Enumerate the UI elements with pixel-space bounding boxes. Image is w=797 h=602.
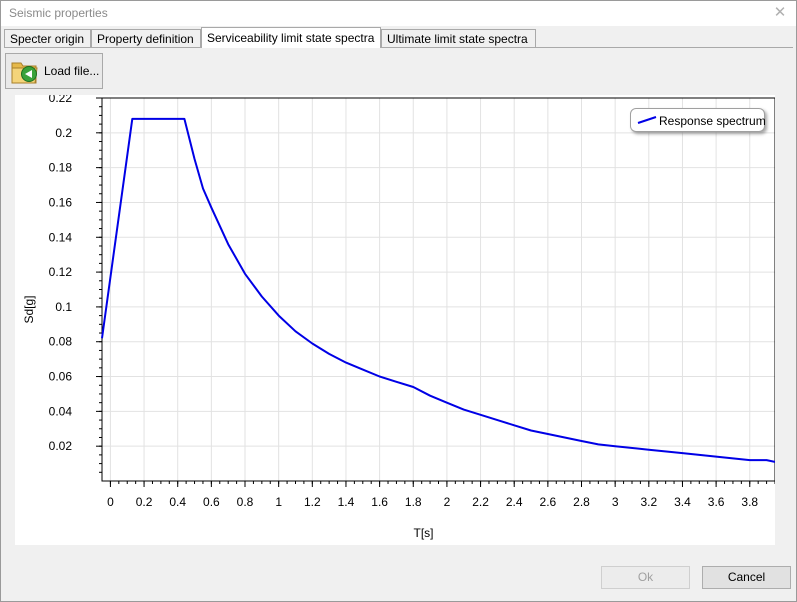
y-axis-label: Sd[g]: [22, 295, 36, 323]
tab-specter-origin[interactable]: Specter origin: [4, 29, 91, 47]
y-tick-label: 0.06: [49, 370, 73, 384]
y-tick-label: 0.18: [49, 161, 73, 175]
response-spectrum-chart: 0 0.2 0.4 0.6 0.8 1 1.2 1.4 1.6 1.8 2 2.2 2.4 2.6 2.8 3…: [22, 95, 775, 540]
x-tick-label: 2: [444, 495, 451, 509]
chart-legend: Response spectrum: [630, 108, 766, 132]
x-tick-label: 0.8: [237, 495, 254, 509]
tab-property-definition[interactable]: Property definition: [91, 29, 201, 47]
cancel-button[interactable]: Cancel: [702, 566, 791, 589]
load-file-button[interactable]: Load file...: [5, 53, 103, 89]
x-tick-label: 2.6: [540, 495, 557, 509]
x-tick-label: 2.4: [506, 495, 523, 509]
x-tick-label: 0: [107, 495, 114, 509]
y-tick-label: 0.1: [55, 300, 72, 314]
x-tick-label: 1.2: [304, 495, 321, 509]
y-tick-label: 0.08: [49, 335, 73, 349]
window-title: Seismic properties: [9, 6, 108, 20]
y-tick-label: 0.14: [49, 230, 73, 244]
y-tick-label: 0.04: [49, 404, 73, 418]
x-axis-label: T[s]: [414, 526, 434, 540]
legend-series-label: Response spectrum: [659, 114, 766, 128]
x-tick-label: 2.2: [472, 495, 489, 509]
x-tick-label: 1.4: [338, 495, 355, 509]
chart-area: 0 0.2 0.4 0.6 0.8 1 1.2 1.4 1.6 1.8 2 2.2 2.4 2.6 2.8 3…: [15, 95, 775, 545]
x-tick-label: 3: [612, 495, 619, 509]
x-tick-label: 3.4: [674, 495, 691, 509]
x-tick-label: 2.8: [573, 495, 590, 509]
x-tick-label: 0.2: [136, 495, 153, 509]
folder-arrow-icon: [11, 62, 38, 84]
y-tick-label: 0.16: [49, 195, 73, 209]
y-tick-label: 0.2: [55, 126, 72, 140]
legend-series-swatch: [637, 116, 657, 124]
x-tick-label: 3.6: [708, 495, 725, 509]
load-file-label: Load file...: [44, 64, 100, 78]
seismic-properties-window: Seismic properties ✕ Specter origin Prop…: [0, 0, 797, 602]
ok-button[interactable]: Ok: [601, 566, 690, 589]
x-tick-label: 1.8: [405, 495, 422, 509]
close-icon[interactable]: ✕: [770, 3, 790, 23]
title-bar: Seismic properties ✕: [1, 1, 796, 26]
x-tick-label: 0.6: [203, 495, 220, 509]
y-tick-label: 0.02: [49, 439, 73, 453]
y-tick-label: 0.22: [49, 95, 73, 105]
x-tick-label: 1.6: [371, 495, 388, 509]
tab-ultimate-limit-state-spectra[interactable]: Ultimate limit state spectra: [381, 29, 536, 47]
y-tick-label: 0.12: [49, 265, 73, 279]
x-tick-label: 3.2: [640, 495, 657, 509]
tab-serviceability-limit-state-spectra[interactable]: Serviceability limit state spectra: [201, 27, 381, 48]
plot-frame: [101, 97, 775, 482]
x-tick-label: 1: [275, 495, 282, 509]
x-tick-label: 3.8: [741, 495, 758, 509]
x-tick-label: 0.4: [169, 495, 186, 509]
series-line-0: [101, 117, 775, 463]
